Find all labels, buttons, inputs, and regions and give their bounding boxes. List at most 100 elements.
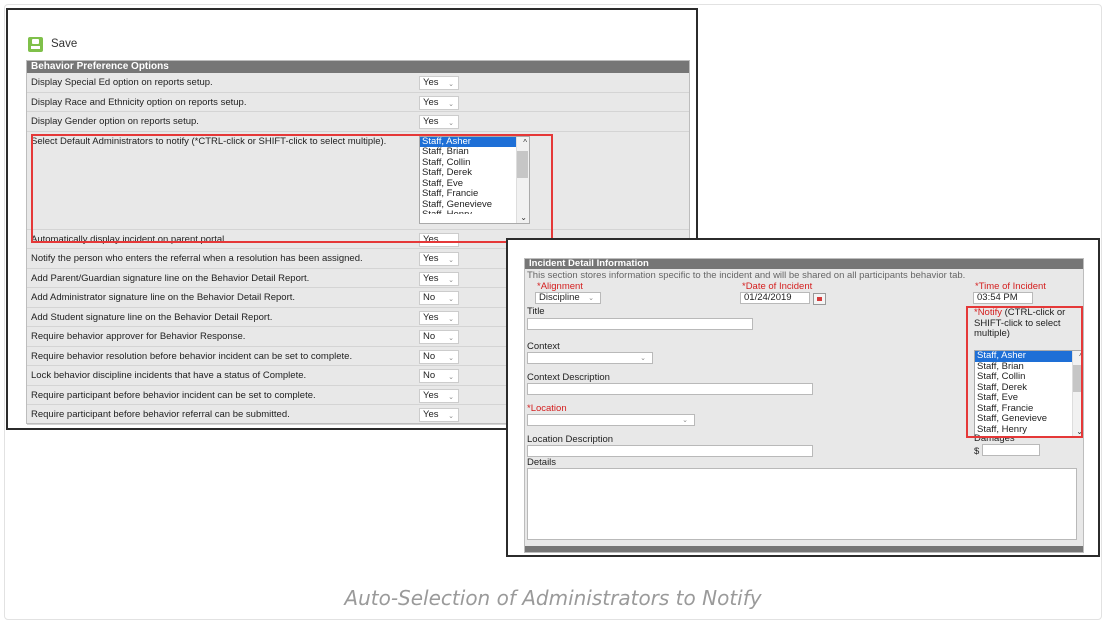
preference-label: Add Administrator signature line on the … — [31, 292, 296, 303]
context-description-label: Context Description — [527, 372, 610, 383]
save-button[interactable]: Save — [51, 38, 77, 50]
preference-value: No — [423, 350, 436, 362]
section-description: This section stores information specific… — [527, 270, 966, 281]
preference-value: Yes — [423, 77, 439, 88]
preference-value: Yes — [423, 253, 439, 264]
chevron-down-icon: ⌄ — [448, 354, 454, 362]
preference-select[interactable]: Yes ⌄ — [419, 408, 459, 422]
preference-label: Require behavior resolution before behav… — [31, 350, 353, 362]
chevron-down-icon: ⌄ — [448, 100, 454, 108]
location-select[interactable]: ⌄ — [527, 414, 695, 426]
time-value: 03:54 PM — [977, 292, 1018, 303]
chevron-down-icon: ⌄ — [448, 335, 454, 342]
preference-value: Yes — [423, 272, 439, 284]
preference-select[interactable]: Yes ⌄ — [419, 76, 459, 90]
preference-select[interactable]: Yes ⌄ — [419, 388, 459, 403]
preference-select[interactable]: No ⌄ — [419, 369, 459, 383]
incident-detail-panel: Incident Detail Information This section… — [524, 258, 1084, 553]
title-input[interactable] — [527, 318, 753, 330]
preference-value: No — [423, 292, 436, 303]
chevron-down-icon: ⌄ — [448, 81, 454, 88]
preference-row: Display Special Ed option on reports set… — [27, 73, 689, 93]
preference-select[interactable]: Yes ⌄ — [419, 115, 459, 129]
list-item[interactable]: Staff, Genevieve — [975, 413, 1083, 425]
preference-select[interactable]: Yes ⌄ — [419, 271, 459, 286]
list-item[interactable]: Staff, Eve — [975, 392, 1083, 404]
scroll-down-icon[interactable]: ⌄ — [520, 213, 527, 222]
list-item[interactable]: Staff, Henry — [420, 210, 529, 214]
preference-label: Require participant before behavior inci… — [31, 389, 316, 401]
preference-value: Yes — [423, 96, 439, 108]
panel-header: Incident Detail Information — [525, 259, 1083, 269]
calendar-icon[interactable] — [813, 293, 826, 305]
preference-label: Require participant before behavior refe… — [31, 409, 290, 420]
save-icon[interactable] — [28, 37, 43, 52]
date-value: 01/24/2019 — [744, 292, 792, 303]
preference-label: Require behavior approver for Behavior R… — [31, 331, 246, 342]
chevron-down-icon: ⌄ — [448, 315, 454, 323]
list-item[interactable]: Staff, Asher — [975, 351, 1083, 362]
time-input[interactable]: 03:54 PM — [973, 292, 1033, 304]
preference-select[interactable]: Yes ⌄ — [419, 252, 459, 266]
location-description-input[interactable] — [527, 445, 813, 457]
alignment-select[interactable]: Discipline ⌄ — [535, 292, 601, 304]
context-select[interactable]: ⌄ — [527, 352, 653, 364]
chevron-down-icon: ⌄ — [682, 417, 688, 424]
preference-select[interactable]: Yes ⌄ — [419, 310, 459, 325]
preference-value: Yes — [423, 233, 439, 245]
chevron-down-icon: ⌄ — [448, 276, 454, 284]
preference-select[interactable]: Yes ⌄ — [419, 232, 459, 247]
notify-label-text-3: multiple) — [974, 328, 1010, 339]
list-item[interactable]: Staff, Derek — [420, 167, 529, 179]
list-item[interactable]: Staff, Genevieve — [420, 199, 529, 211]
incident-detail-window: Incident Detail Information This section… — [506, 238, 1100, 557]
chevron-down-icon: ⌄ — [588, 295, 594, 302]
location-description-label: Location Description — [527, 434, 614, 445]
date-label: *Date of Incident — [742, 281, 813, 292]
preference-select[interactable]: No ⌄ — [419, 291, 459, 305]
notify-label-text-1: (CTRL-click or — [1004, 307, 1066, 318]
preference-value: Yes — [423, 116, 439, 127]
notify-multiselect[interactable]: Staff, Asher Staff, Brian Staff, Collin Sta… — [974, 350, 1083, 438]
scroll-thumb[interactable] — [1073, 365, 1083, 392]
preference-row: Display Race and Ethnicity option on rep… — [27, 93, 689, 112]
alignment-value: Discipline — [539, 292, 580, 303]
preference-select[interactable]: No ⌄ — [419, 349, 459, 364]
damages-input[interactable] — [982, 444, 1040, 456]
preference-label: Display Gender option on reports setup. — [31, 116, 199, 127]
scroll-up-icon[interactable]: ^ — [1079, 352, 1083, 361]
preference-value: No — [423, 331, 436, 342]
preference-label: Display Race and Ethnicity option on rep… — [31, 96, 247, 108]
scroll-down-icon[interactable]: ⌄ — [1076, 427, 1083, 436]
preference-label: Select Default Administrators to notify … — [31, 135, 387, 147]
notify-label-text-2: SHIFT-click to select — [974, 317, 1061, 329]
figure-caption: Auto-Selection of Administrators to Noti… — [344, 586, 762, 610]
chevron-down-icon: ⌄ — [448, 237, 454, 245]
preference-select[interactable]: Yes ⌄ — [419, 95, 459, 110]
chevron-down-icon: ⌄ — [448, 120, 454, 127]
time-label: *Time of Incident — [975, 281, 1046, 292]
chevron-down-icon: ⌄ — [448, 393, 454, 401]
preference-value: Yes — [423, 409, 439, 420]
date-input[interactable]: 01/24/2019 — [740, 292, 810, 304]
preference-label: Add Parent/Guardian signature line on th… — [31, 272, 310, 284]
next-section-header — [525, 546, 1083, 552]
scrollbar[interactable]: ^ ⌄ — [516, 136, 529, 223]
context-description-input[interactable] — [527, 383, 813, 395]
list-item[interactable]: Staff, Brian — [420, 146, 529, 158]
preference-value: Yes — [423, 311, 439, 323]
list-item[interactable]: Staff, Francie — [420, 188, 529, 200]
chevron-down-icon: ⌄ — [448, 296, 454, 303]
preference-label: Display Special Ed option on reports set… — [31, 77, 213, 88]
chevron-down-icon: ⌄ — [448, 413, 454, 420]
scroll-up-icon[interactable]: ^ — [523, 138, 527, 147]
list-item[interactable]: Staff, Collin — [975, 371, 1083, 383]
preference-value: No — [423, 370, 436, 381]
details-textarea[interactable] — [527, 468, 1077, 540]
scrollbar[interactable]: ^ ⌄ — [1072, 351, 1083, 437]
damages-currency: $ — [974, 446, 980, 457]
preference-select[interactable]: No ⌄ — [419, 330, 459, 344]
scroll-thumb[interactable] — [517, 150, 528, 178]
preference-label: Add Student signature line on the Behavi… — [31, 311, 273, 323]
administrators-multiselect[interactable]: Staff, Asher Staff, Brian Staff, Collin Sta… — [419, 135, 530, 224]
